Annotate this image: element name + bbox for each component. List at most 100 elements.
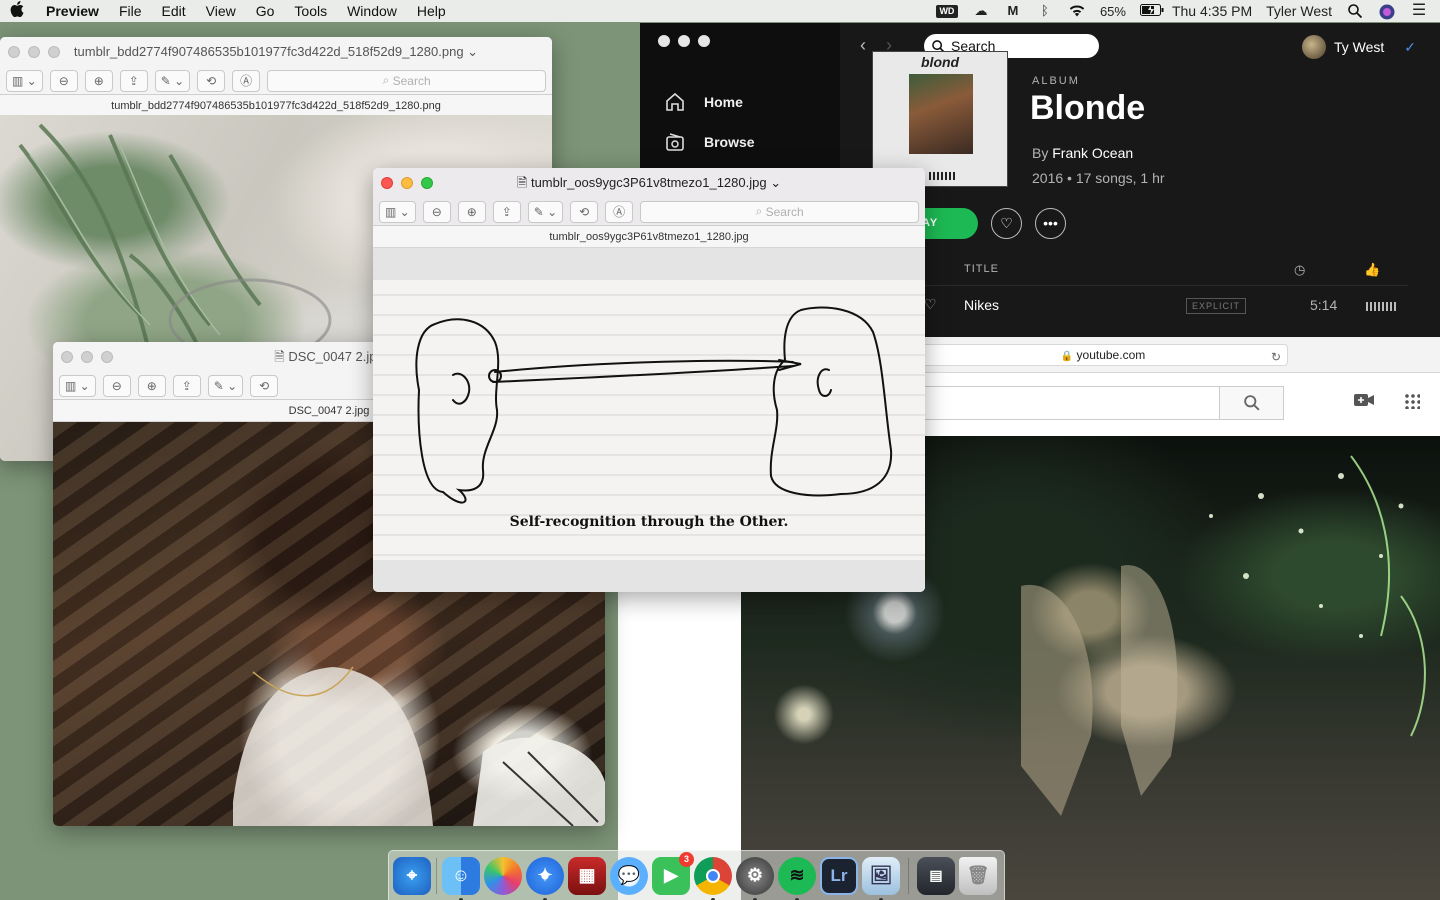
youtube-search-button[interactable]: [1219, 386, 1284, 420]
window-controls: [658, 35, 710, 47]
album-type-label: ALBUM: [1032, 75, 1080, 87]
zoom-out-icon[interactable]: ⊖: [49, 69, 78, 92]
close-button[interactable]: [381, 177, 393, 189]
chevron-down-icon[interactable]: ✓: [1404, 39, 1416, 56]
photos-icon[interactable]: [484, 856, 522, 895]
siri-icon[interactable]: [1378, 4, 1396, 20]
menu-clock[interactable]: Thu 4:35 PM: [1172, 3, 1252, 19]
battery-charging-icon[interactable]: [1139, 4, 1164, 18]
thumbs-up-icon[interactable]: 👍: [1364, 262, 1380, 278]
preview-icon[interactable]: 🖼: [862, 856, 900, 900]
avatar: [1301, 35, 1326, 59]
close-button[interactable]: [61, 351, 73, 363]
window-titlebar[interactable]: tumblr_bdd2774f907486535b101977fc3d422d_…: [0, 37, 552, 67]
wd-drive-icon[interactable]: WD: [935, 4, 958, 18]
menu-tools[interactable]: Tools: [294, 3, 327, 19]
messages-icon[interactable]: 💬: [610, 856, 648, 895]
rotate-icon[interactable]: ⟲: [197, 69, 226, 92]
window-titlebar[interactable]: 🗎 tumblr_oos9ygc3P61v8tmezo1_1280.jpg ⌄: [373, 168, 925, 198]
share-icon[interactable]: ⇪: [492, 200, 521, 223]
close-button[interactable]: [8, 46, 20, 58]
menu-view[interactable]: View: [206, 3, 236, 19]
artist-link[interactable]: Frank Ocean: [1052, 145, 1133, 161]
nav-home[interactable]: Home: [664, 91, 743, 113]
minimize-button[interactable]: [401, 177, 413, 189]
battery-percentage[interactable]: 65%: [1100, 4, 1126, 19]
sidebar-toggle-icon[interactable]: ▥ ⌄: [6, 69, 43, 92]
notification-center-icon[interactable]: ☰: [1410, 3, 1428, 19]
sidebar-toggle-icon[interactable]: ▥ ⌄: [379, 200, 416, 223]
url-field[interactable]: 🔒 youtube.com ↻: [918, 344, 1288, 366]
spotify-user-menu[interactable]: Ty West ✓: [1301, 35, 1416, 59]
markup-pen-icon[interactable]: ✎ ⌄: [154, 69, 191, 92]
menu-go[interactable]: Go: [256, 3, 275, 19]
menu-window[interactable]: Window: [347, 3, 397, 19]
more-options-button[interactable]: •••: [1035, 208, 1066, 239]
safari-icon[interactable]: ✦: [526, 856, 564, 900]
zoom-button[interactable]: [421, 177, 433, 189]
rotate-icon[interactable]: ⟲: [250, 374, 279, 397]
zoom-in-icon[interactable]: ⊕: [457, 200, 486, 223]
facetime-icon[interactable]: ▶ 3: [652, 851, 694, 895]
clock-icon[interactable]: ◷: [1294, 262, 1305, 278]
rotate-icon[interactable]: ⟲: [570, 200, 599, 223]
youtube-search-input[interactable]: [918, 386, 1220, 420]
spotlight-search-icon[interactable]: [1346, 4, 1364, 19]
apps-grid-icon[interactable]: [1404, 393, 1420, 409]
nav-browse[interactable]: Browse: [664, 131, 755, 153]
search-field[interactable]: ⌕ Search: [640, 200, 919, 223]
zoom-in-icon[interactable]: ⊕: [84, 69, 113, 92]
upload-video-icon[interactable]: [1354, 393, 1374, 412]
column-title-header[interactable]: TITLE: [964, 263, 999, 275]
safari-widget-icon[interactable]: ⌖: [393, 856, 431, 895]
menu-help[interactable]: Help: [417, 3, 446, 19]
minimize-button[interactable]: [678, 35, 690, 47]
share-icon[interactable]: ⇪: [172, 374, 201, 397]
chrome-icon[interactable]: [694, 856, 732, 900]
apple-menu-icon[interactable]: [10, 1, 28, 21]
nav-browse-label: Browse: [704, 134, 755, 150]
share-icon[interactable]: ⇪: [119, 69, 148, 92]
photo-booth-icon[interactable]: ▦: [568, 856, 606, 895]
heart-icon[interactable]: ♡: [924, 296, 937, 313]
popularity-bar: [1366, 302, 1396, 311]
close-button[interactable]: [658, 35, 670, 47]
markup-toolbar-icon[interactable]: Ⓐ: [232, 69, 261, 92]
bluetooth-icon[interactable]: ᛒ: [1036, 4, 1054, 18]
reload-icon[interactable]: ↻: [1271, 347, 1281, 367]
scanned-page: Self-recognition through the Other.: [373, 280, 925, 560]
lightroom-icon[interactable]: Lr: [820, 856, 858, 895]
back-arrow-icon[interactable]: ‹: [860, 35, 866, 55]
markup-pen-icon[interactable]: ✎ ⌄: [527, 200, 564, 223]
malwarebytes-icon[interactable]: M: [1004, 4, 1022, 18]
zoom-out-icon[interactable]: ⊖: [422, 200, 451, 223]
system-preferences-icon[interactable]: ⚙: [736, 856, 774, 900]
track-row[interactable]: ♡ Nikes EXPLICIT 5:14: [872, 285, 1408, 325]
zoom-in-icon[interactable]: ⊕: [137, 374, 166, 397]
wifi-icon[interactable]: [1068, 4, 1086, 18]
minimize-button[interactable]: [28, 46, 40, 58]
zoom-button[interactable]: [101, 351, 113, 363]
minimize-button[interactable]: [81, 351, 93, 363]
search-field[interactable]: ⌕ Search: [267, 69, 546, 92]
zoom-out-icon[interactable]: ⊖: [102, 374, 131, 397]
spotify-icon[interactable]: ≋: [778, 856, 816, 900]
document-icon: 🗎: [516, 175, 528, 190]
window-title: tumblr_bdd2774f907486535b101977fc3d422d_…: [73, 44, 479, 59]
trash-icon[interactable]: 🗑: [959, 856, 997, 895]
album-cover-photo: [909, 74, 973, 154]
downloads-stack-icon[interactable]: ▤: [917, 856, 955, 895]
menu-user-name[interactable]: Tyler West: [1266, 3, 1332, 19]
zoom-button[interactable]: [48, 46, 60, 58]
creative-cloud-icon[interactable]: ☁: [972, 4, 990, 18]
sidebar-toggle-icon[interactable]: ▥ ⌄: [59, 374, 96, 397]
markup-pen-icon[interactable]: ✎ ⌄: [207, 374, 244, 397]
menu-preview[interactable]: Preview: [46, 3, 99, 19]
zoom-button[interactable]: [698, 35, 710, 47]
markup-toolbar-icon[interactable]: Ⓐ: [605, 200, 634, 223]
finder-icon[interactable]: ☺: [442, 856, 480, 900]
album-cover-text: blond: [921, 54, 960, 70]
menu-edit[interactable]: Edit: [162, 3, 186, 19]
save-heart-button[interactable]: ♡: [991, 208, 1022, 239]
menu-file[interactable]: File: [119, 3, 142, 19]
